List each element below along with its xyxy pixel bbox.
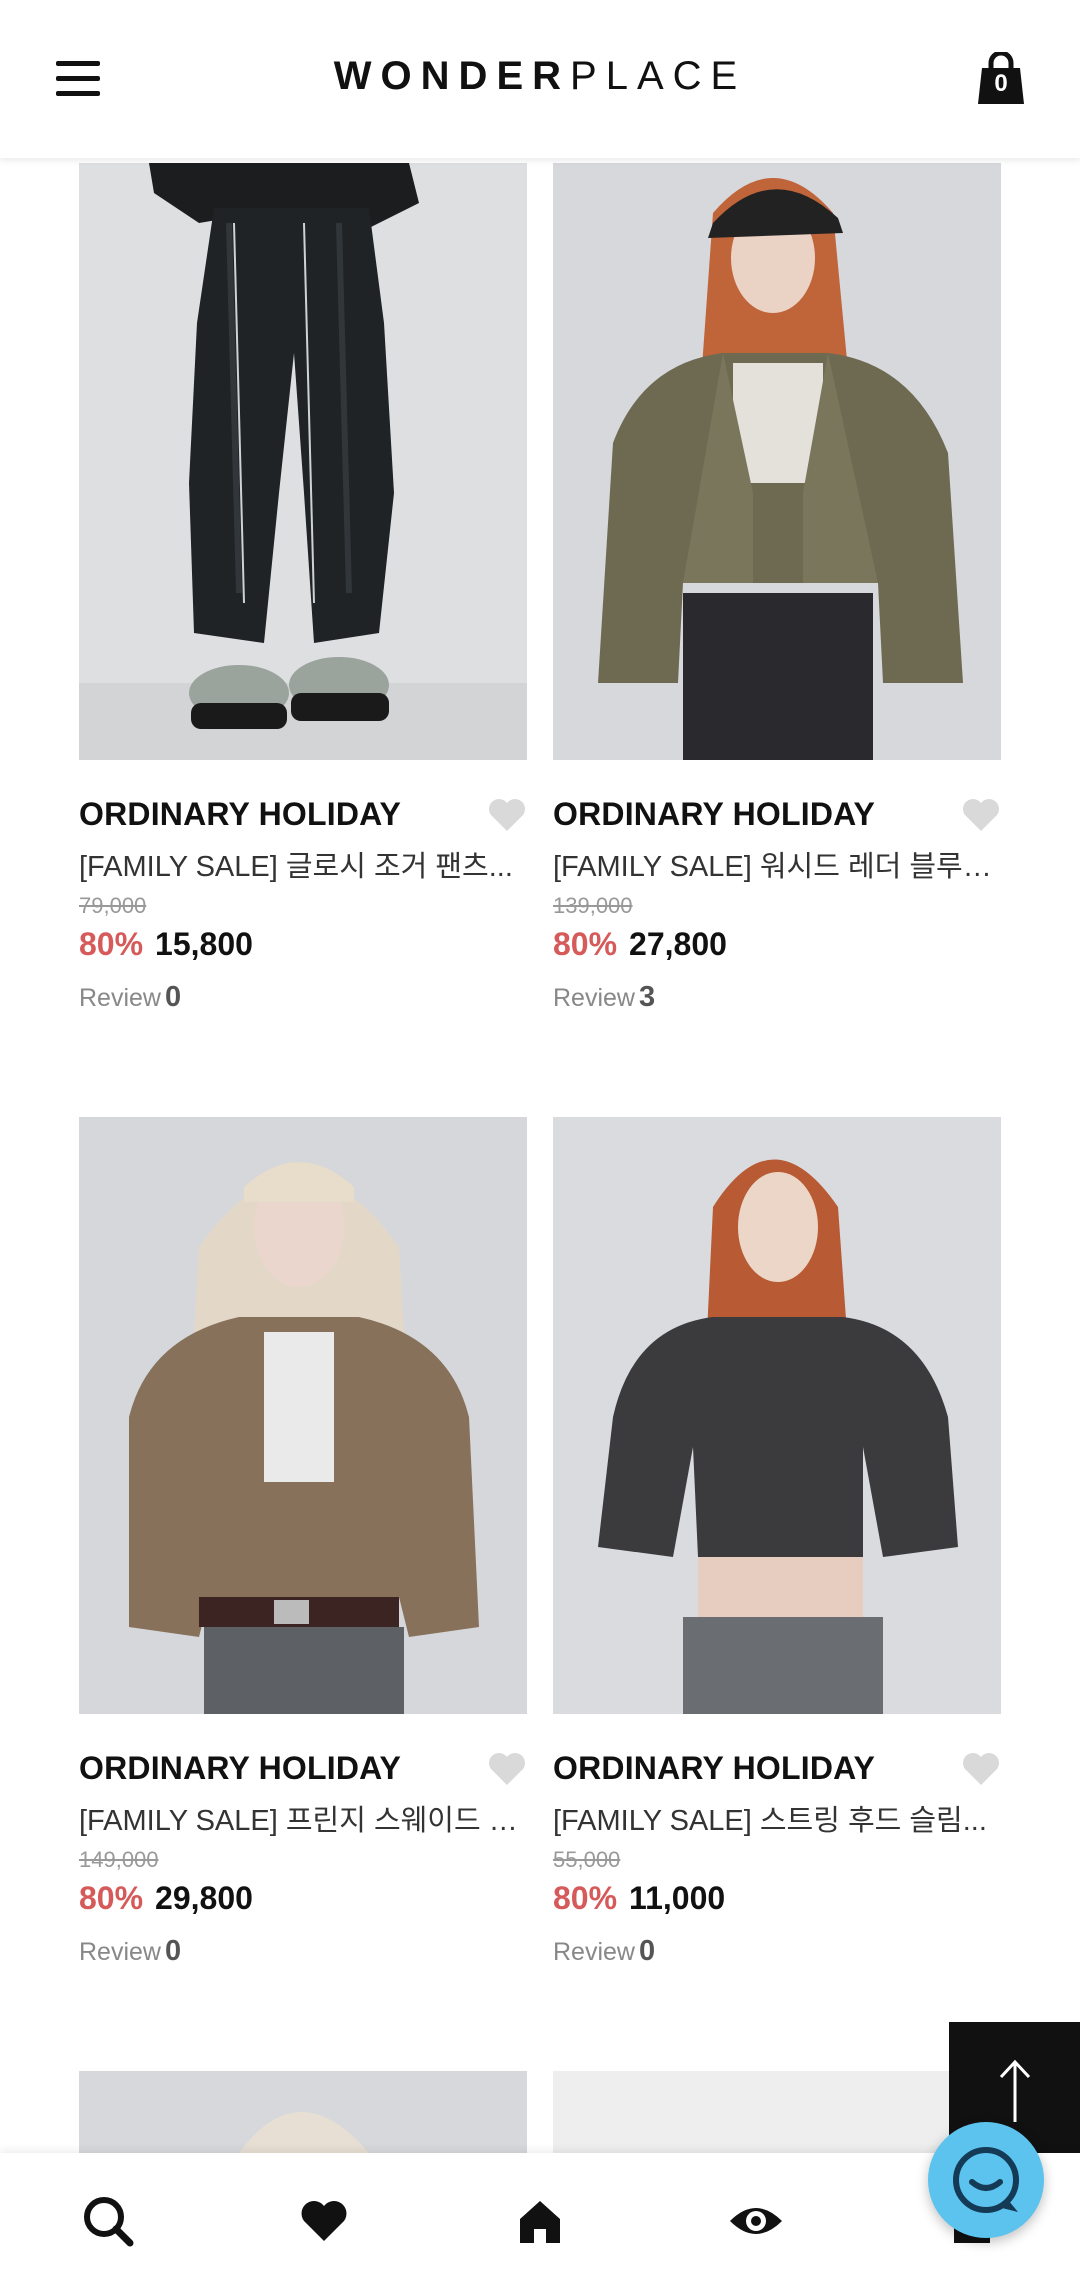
- review-label: Review: [553, 984, 635, 1012]
- sale-price: 27,800: [629, 926, 727, 962]
- review-info: Review 0: [553, 1935, 655, 1968]
- product-title[interactable]: [FAMILY SALE] 스트링 후드 슬림...: [553, 1797, 993, 1839]
- home-icon[interactable]: [512, 2193, 568, 2249]
- product-title[interactable]: [FAMILY SALE] 워시드 레더 블루종...: [553, 843, 993, 885]
- product-card[interactable]: ORDINARY HOLIDAY [FAMILY SALE] 스트링 후드 슬림…: [553, 1117, 1001, 1967]
- heart-icon[interactable]: [487, 797, 527, 833]
- product-brand: ORDINARY HOLIDAY: [553, 796, 876, 832]
- cart-count: 0: [994, 70, 1008, 97]
- product-card[interactable]: ORDINARY HOLIDAY [FAMILY SALE] 프린지 스웨이드 …: [79, 1117, 527, 1967]
- product-card[interactable]: [79, 2071, 527, 2153]
- review-info: Review 0: [79, 981, 181, 1014]
- review-info: Review 3: [553, 981, 655, 1014]
- eye-icon[interactable]: [728, 2193, 784, 2249]
- sale-price: 11,000: [629, 1880, 726, 1916]
- review-count: 0: [164, 981, 182, 1013]
- top-header: WONDERPLACE 0: [0, 0, 1080, 158]
- review-label: Review: [79, 1938, 161, 1966]
- product-brand: ORDINARY HOLIDAY: [79, 1750, 402, 1786]
- review-info: Review 0: [79, 1935, 181, 1968]
- logo-bold-text: WONDER: [333, 54, 571, 98]
- discount-rate: 80%: [79, 926, 144, 962]
- price-row: 80% 15,800: [79, 926, 253, 963]
- product-image[interactable]: [553, 163, 1001, 760]
- search-icon[interactable]: [80, 2193, 136, 2249]
- review-count: 3: [638, 981, 656, 1013]
- review-label: Review: [553, 1938, 635, 1966]
- original-price: 139,000: [553, 893, 633, 918]
- product-title[interactable]: [FAMILY SALE] 프린지 스웨이드 자...: [79, 1797, 519, 1839]
- original-price: 149,000: [79, 1847, 159, 1872]
- review-count: 0: [164, 1935, 182, 1967]
- product-image[interactable]: [79, 163, 527, 760]
- price-row: 80% 29,800: [79, 1880, 253, 1917]
- product-card[interactable]: ORDINARY HOLIDAY [FAMILY SALE] 워시드 레더 블루…: [553, 163, 1001, 1013]
- review-count: 0: [638, 1935, 656, 1967]
- discount-rate: 80%: [79, 1880, 144, 1916]
- product-brand: ORDINARY HOLIDAY: [553, 1750, 876, 1786]
- product-card[interactable]: ORDINARY HOLIDAY [FAMILY SALE] 글로시 조거 팬츠…: [79, 163, 527, 1013]
- heart-icon[interactable]: [487, 1751, 527, 1787]
- review-label: Review: [79, 984, 161, 1012]
- sale-price: 29,800: [155, 1880, 253, 1916]
- product-image[interactable]: [79, 1117, 527, 1714]
- bottom-nav: [0, 2153, 1080, 2284]
- product-brand: ORDINARY HOLIDAY: [79, 796, 402, 832]
- site-logo[interactable]: WONDERPLACE: [0, 54, 1080, 99]
- original-price: 55,000: [553, 1847, 621, 1872]
- logo-light-text: PLACE: [570, 54, 747, 98]
- heart-icon[interactable]: [296, 2193, 352, 2249]
- price-row: 80% 27,800: [553, 926, 727, 963]
- chat-icon[interactable]: [928, 2122, 1044, 2238]
- product-title[interactable]: [FAMILY SALE] 글로시 조거 팬츠...: [79, 843, 519, 885]
- product-image[interactable]: [553, 1117, 1001, 1714]
- shopping-bag-icon[interactable]: 0: [976, 50, 1026, 106]
- heart-icon[interactable]: [961, 797, 1001, 833]
- discount-rate: 80%: [553, 926, 618, 962]
- original-price: 79,000: [79, 893, 147, 918]
- heart-icon[interactable]: [961, 1751, 1001, 1787]
- sale-price: 15,800: [155, 926, 253, 962]
- product-image[interactable]: [79, 2071, 527, 2153]
- price-row: 80% 11,000: [553, 1880, 725, 1917]
- discount-rate: 80%: [553, 1880, 618, 1916]
